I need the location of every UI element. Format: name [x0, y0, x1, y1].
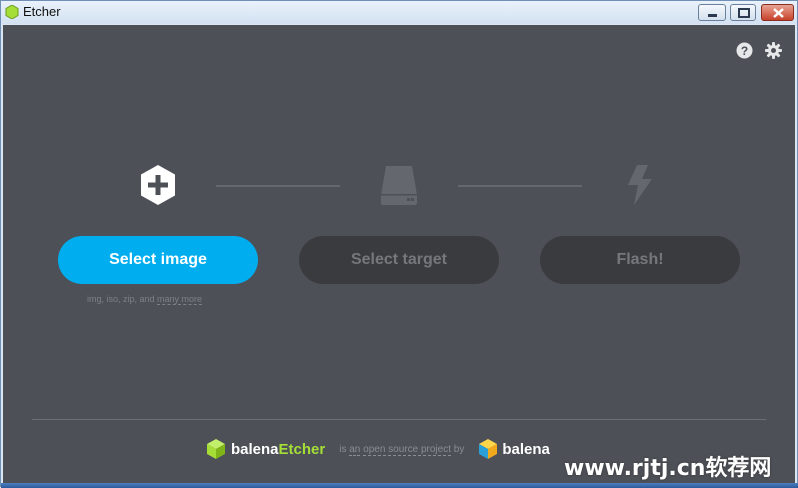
formats-prefix: img, iso, zip, and — [87, 294, 155, 304]
balena-logo-icon[interactable] — [478, 438, 498, 460]
brand-name-part1[interactable]: balena — [231, 441, 279, 458]
window-title: Etcher — [23, 4, 61, 19]
select-image-button[interactable]: Select image — [58, 236, 258, 284]
svg-text:?: ? — [741, 44, 748, 58]
brand-name-part2[interactable]: Etcher — [279, 441, 326, 458]
gear-icon[interactable] — [765, 42, 782, 59]
lightning-icon — [628, 165, 652, 205]
many-more-link[interactable]: many more — [157, 294, 203, 305]
footer-tagline: is an open source project by — [339, 443, 465, 456]
supported-formats: img, iso, zip, and many more — [87, 294, 203, 305]
title-bar[interactable]: Etcher — [1, 1, 797, 24]
etcher-main-panel: ? Select image Select target Flash! img,… — [3, 25, 795, 483]
tagline-by: by — [453, 443, 465, 455]
minimize-button[interactable] — [698, 4, 726, 21]
tagline-is: is — [339, 443, 347, 455]
select-target-button: Select target — [299, 236, 499, 284]
question-circle-icon[interactable]: ? — [736, 42, 753, 59]
close-icon — [773, 8, 784, 18]
step-connector-2 — [458, 185, 582, 187]
restore-icon — [738, 8, 750, 18]
footer-divider — [32, 419, 766, 420]
open-source-link[interactable]: open source project — [363, 443, 451, 456]
etcher-app-icon — [5, 5, 19, 19]
taskbar-strip — [1, 483, 798, 488]
step-connector-1 — [216, 185, 340, 187]
drive-icon — [381, 166, 417, 205]
footer: balena Etcher is an open source project … — [206, 438, 550, 460]
balena-etcher-logo-icon[interactable] — [206, 438, 226, 460]
close-button[interactable] — [761, 4, 794, 21]
tagline-an: an — [349, 443, 361, 456]
plus-hexagon-icon — [141, 165, 175, 205]
minimize-icon — [708, 14, 717, 17]
watermark-text: www.rjtj.cn软荐网 — [564, 456, 772, 481]
maximize-button[interactable] — [730, 4, 756, 21]
app-window: Etcher ? Select image Select target Flas… — [0, 0, 798, 488]
flash-button: Flash! — [540, 236, 740, 284]
company-name[interactable]: balena — [502, 441, 550, 458]
